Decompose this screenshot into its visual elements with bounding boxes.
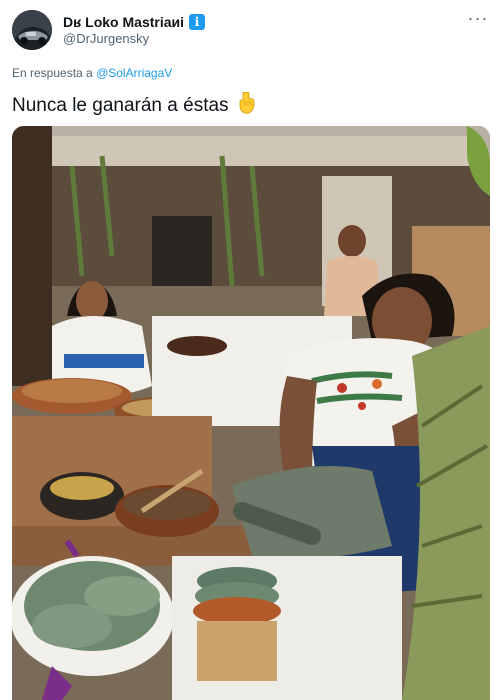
tweet-photo[interactable] bbox=[12, 126, 490, 700]
verified-badge-icon: i bbox=[189, 14, 206, 30]
reply-prefix: En respuesta a bbox=[12, 66, 93, 80]
tweet-header: Dʁ Loko Mastriaиi i @DrJurgensky ··· bbox=[0, 0, 504, 60]
avatar[interactable] bbox=[12, 10, 52, 50]
user-handle[interactable]: @DrJurgensky bbox=[63, 31, 149, 46]
more-options-icon[interactable]: ··· bbox=[466, 8, 490, 32]
name-row: Dʁ Loko Mastriaиi i bbox=[63, 12, 206, 32]
reply-mention-link[interactable]: @SolArriagaV bbox=[96, 66, 172, 80]
display-name[interactable]: Dʁ Loko Mastriaиi bbox=[63, 14, 184, 30]
tweet-text-content: Nunca le ganarán a éstas bbox=[12, 95, 229, 117]
tweet-text: Nunca le ganarán a éstas bbox=[12, 91, 256, 120]
pointing-down-hand-icon bbox=[238, 91, 256, 120]
reply-context: En respuesta a @SolArriagaV bbox=[12, 66, 172, 80]
